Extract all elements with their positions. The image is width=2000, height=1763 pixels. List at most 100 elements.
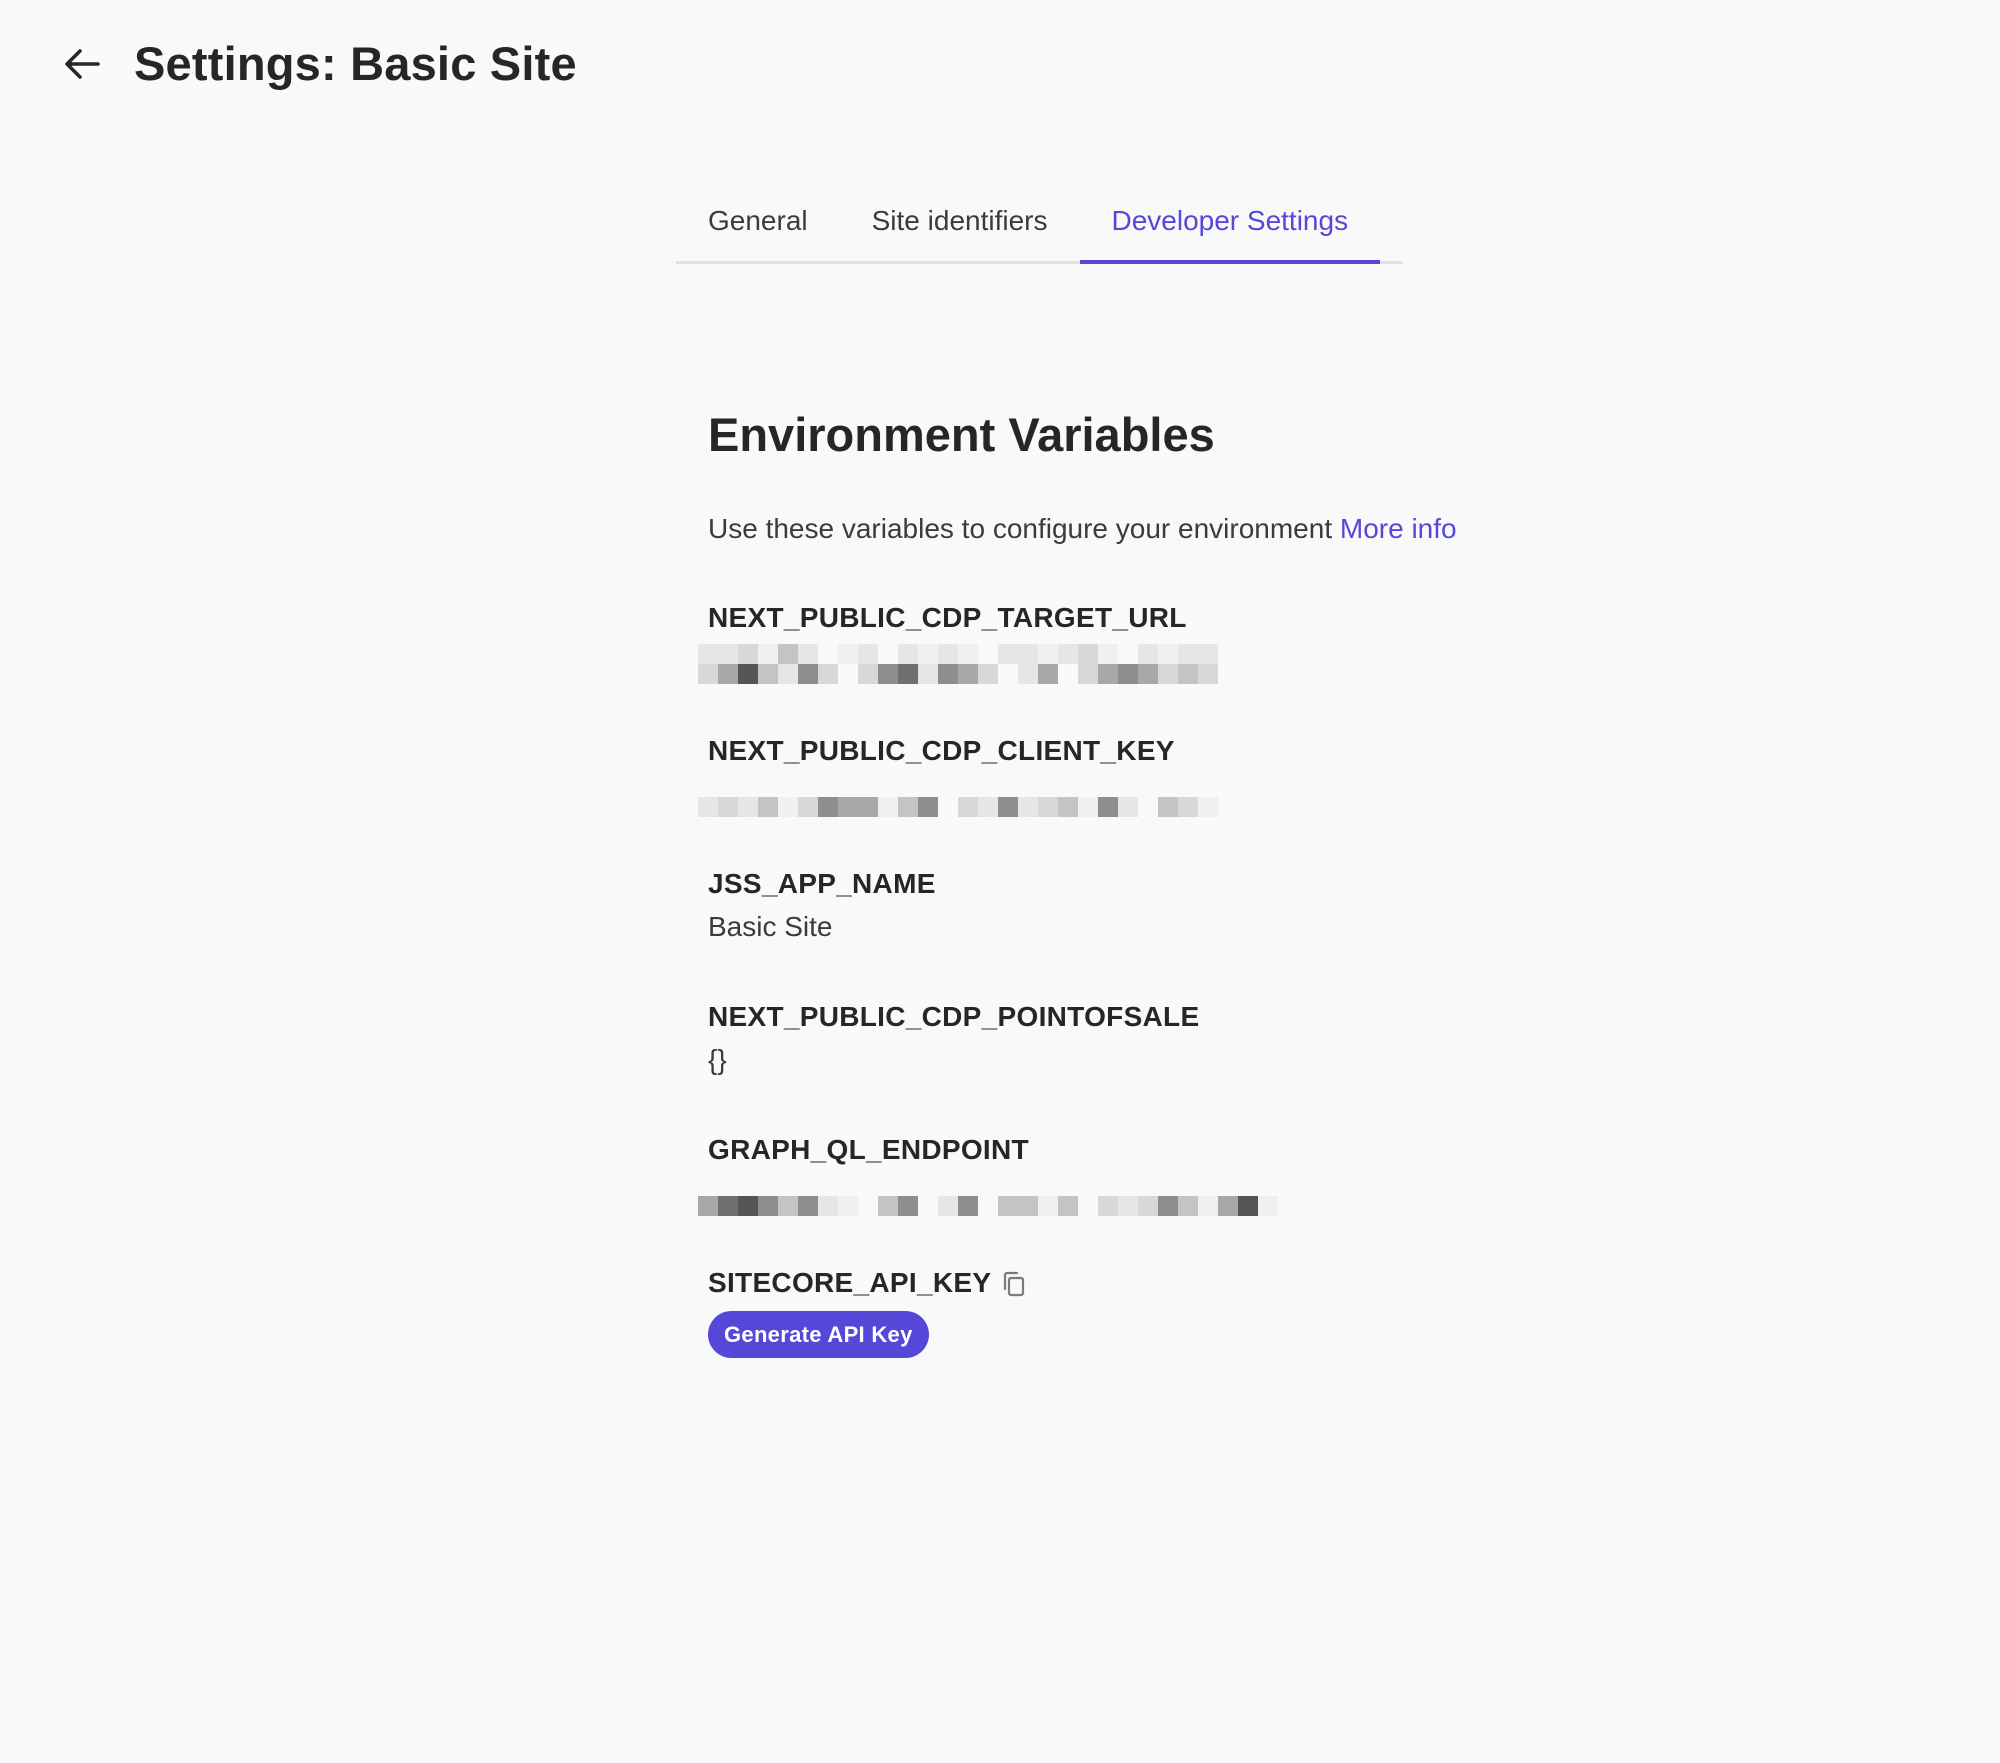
- redacted-pixel-column: [838, 777, 858, 817]
- arrow-left-icon: [65, 48, 100, 79]
- section-title: Environment Variables: [708, 408, 1215, 461]
- redacted-pixel-column: [858, 644, 878, 684]
- redacted-pixel: [998, 777, 1018, 797]
- redacted-pixel: [718, 664, 738, 684]
- redacted-pixel-column: [1278, 1176, 1298, 1216]
- redacted-pixel-column: [1078, 777, 1098, 817]
- redacted-pixel: [778, 797, 798, 817]
- more-info-link[interactable]: More info: [1340, 513, 1457, 544]
- env-var-jss-app-name: JSS_APP_NAME Basic Site: [708, 864, 1608, 997]
- redacted-pixel: [1218, 1196, 1238, 1216]
- redacted-pixel-column: [898, 644, 918, 684]
- redacted-pixel: [938, 797, 958, 817]
- redacted-pixel: [698, 797, 718, 817]
- environment-variables-panel: Environment Variables Use these variable…: [698, 400, 1608, 1396]
- redacted-pixel: [1138, 777, 1158, 797]
- redacted-pixel-column: [958, 777, 978, 817]
- redacted-pixel: [738, 777, 758, 797]
- redacted-pixel: [1018, 797, 1038, 817]
- back-button[interactable]: [60, 42, 104, 86]
- redacted-pixel: [1158, 797, 1178, 817]
- redacted-pixel-column: [698, 777, 718, 817]
- redacted-pixel: [898, 797, 918, 817]
- redacted-pixel-column: [958, 1176, 978, 1216]
- redacted-pixel-column: [1138, 1176, 1158, 1216]
- redacted-pixel-column: [1198, 644, 1218, 684]
- redacted-pixel: [858, 777, 878, 797]
- copy-icon[interactable]: [1001, 1270, 1027, 1297]
- tab-general[interactable]: General: [676, 190, 840, 261]
- redacted-pixel: [898, 1196, 918, 1216]
- redacted-pixel-column: [738, 777, 758, 817]
- env-var-sitecore-api-key: SITECORE_API_KEY Generate API Key: [708, 1263, 1608, 1396]
- redacted-pixel: [798, 777, 818, 797]
- redacted-value: [698, 777, 1608, 817]
- redacted-value: [698, 1176, 1608, 1216]
- redacted-pixel: [698, 777, 718, 797]
- redacted-pixel-column: [958, 644, 978, 684]
- redacted-pixel: [1118, 644, 1138, 664]
- redacted-pixel: [958, 1176, 978, 1196]
- redacted-pixel: [878, 777, 898, 797]
- redacted-pixel: [1118, 777, 1138, 797]
- redacted-pixel-column: [1038, 777, 1058, 817]
- redacted-pixel-column: [858, 777, 878, 817]
- redacted-pixel: [1038, 644, 1058, 664]
- redacted-pixel: [918, 797, 938, 817]
- redacted-pixel: [998, 644, 1018, 664]
- redacted-pixel: [1198, 797, 1218, 817]
- redacted-pixel-column: [758, 644, 778, 684]
- redacted-pixel: [1098, 797, 1118, 817]
- redacted-pixel: [818, 644, 838, 664]
- redacted-pixel: [878, 797, 898, 817]
- redacted-pixel: [838, 644, 858, 664]
- redacted-pixel-column: [798, 777, 818, 817]
- redacted-pixel: [878, 664, 898, 684]
- redacted-pixel-column: [1098, 777, 1118, 817]
- redacted-pixel-column: [778, 777, 798, 817]
- redacted-pixel-column: [818, 1176, 838, 1216]
- redacted-pixel: [1098, 644, 1118, 664]
- redacted-pixel: [858, 1196, 878, 1216]
- redacted-pixel: [798, 1176, 818, 1196]
- redacted-pixel: [758, 797, 778, 817]
- redacted-pixel: [1198, 664, 1218, 684]
- redacted-pixel-column: [1118, 777, 1138, 817]
- redacted-pixel: [698, 664, 718, 684]
- env-var-cdp-pointofsale: NEXT_PUBLIC_CDP_POINTOFSALE {}: [708, 997, 1608, 1130]
- redacted-pixel-column: [1098, 1176, 1118, 1216]
- redacted-pixel: [1058, 664, 1078, 684]
- redacted-pixel: [938, 1196, 958, 1216]
- redacted-pixel: [698, 644, 718, 664]
- redacted-pixel: [818, 797, 838, 817]
- redacted-pixel: [978, 1176, 998, 1196]
- redacted-pixel: [778, 644, 798, 664]
- env-var-name: GRAPH_QL_ENDPOINT: [708, 1134, 1029, 1165]
- intro-text: Use these variables to configure your en…: [708, 509, 1608, 549]
- redacted-pixel: [1178, 797, 1198, 817]
- redacted-pixel: [978, 644, 998, 664]
- redacted-pixel: [1038, 664, 1058, 684]
- redacted-pixel: [838, 1196, 858, 1216]
- redacted-pixel: [978, 1196, 998, 1216]
- redacted-value: [698, 644, 1608, 684]
- redacted-pixel: [1238, 1176, 1258, 1196]
- redacted-pixel-column: [818, 777, 838, 817]
- redacted-pixel-column: [778, 1176, 798, 1216]
- generate-api-key-button[interactable]: Generate API Key: [708, 1311, 929, 1358]
- redacted-pixel-column: [1138, 777, 1158, 817]
- redacted-pixel: [718, 1196, 738, 1216]
- redacted-pixel: [858, 644, 878, 664]
- tab-site-identifiers[interactable]: Site identifiers: [840, 190, 1080, 261]
- redacted-pixel: [1078, 777, 1098, 797]
- tab-developer-settings[interactable]: Developer Settings: [1079, 190, 1381, 264]
- redacted-pixel: [838, 797, 858, 817]
- tab-bar: General Site identifiers Developer Setti…: [676, 190, 1403, 264]
- redacted-pixel: [698, 1196, 718, 1216]
- redacted-pixel-column: [1118, 644, 1138, 684]
- redacted-pixel-column: [698, 644, 718, 684]
- redacted-pixel: [878, 1176, 898, 1196]
- redacted-pixel: [1018, 644, 1038, 664]
- redacted-pixel: [878, 1196, 898, 1216]
- redacted-pixel: [1138, 797, 1158, 817]
